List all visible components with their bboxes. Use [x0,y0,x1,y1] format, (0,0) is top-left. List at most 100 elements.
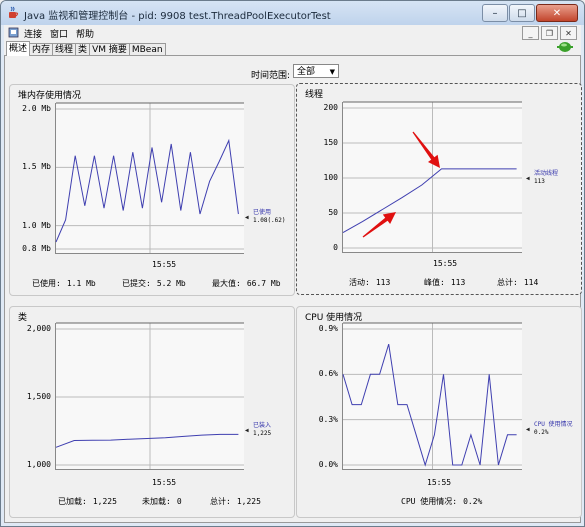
tab-strip: 概述 内存 线程类 VM 摘要 MBean [6,41,166,56]
stat-value: 0.2% [463,497,483,506]
red-arrow-icon-shape [412,131,440,168]
threads-stat-2: 总计: 114 [497,277,538,288]
tab-0[interactable]: 概述 [6,41,31,56]
classes-stat-2: 总计: 1,225 [210,496,261,507]
legend-name: 已装入 [253,422,272,429]
stat-value: 114 [523,278,539,287]
stat-label: 活动: [349,278,370,287]
heap-y-tick: 1.5 Mb [22,162,51,172]
threads-y-tick: 150 [323,138,338,147]
child-minimize-button[interactable]: _ [522,26,539,40]
stat-value: 1,225 [236,497,261,506]
legend-value: 1.08(.62) [253,217,286,224]
legend-value: 113 [534,178,545,185]
threads-chart [342,101,522,252]
panel-title: 堆内存使用情况 [18,91,82,101]
cpu-stat-0: CPU 使用情况: 0.2% [401,496,482,507]
red-arrow-icon [412,131,440,168]
chevron-down-icon: ▼ [329,68,335,76]
child-restore-button[interactable]: ❐ [541,26,558,40]
stat-label: 最大值: [212,279,241,288]
app-icon [8,27,19,38]
threads-plot-area [342,101,522,253]
time-range-value: 全部 [297,67,316,77]
panel-title: 类 [18,313,28,323]
threads-stat-1: 峰值: 113 [424,277,465,288]
heap-x-tick: 15:55 [152,260,177,269]
heap-memory-panel[interactable]: 堆内存使用情况 2.0 Mb 1.5 Mb 1.0 Mb 0.8 Mb 15:55 ◀… [9,84,295,296]
menu-item-1[interactable]: 窗口 [50,27,68,40]
stat-value: 0 [176,497,182,506]
threads-stat-0: 活动: 113 [349,277,390,288]
maximize-button[interactable]: □ [509,4,535,22]
overview-tab-panel: 时间范围: 全部 ▼ 堆内存使用情况 2.0 Mb 1.5 Mb 1.0 Mb 0.8… [4,55,582,523]
classes-stat-1: 未加载: 0 [142,496,182,507]
close-button[interactable]: ✕ [536,4,578,22]
classes-x-tick: 15:55 [152,478,177,487]
connection-status-icon [557,42,573,52]
classes-series-line [55,433,239,448]
java-cup-icon [9,6,19,18]
title-bar[interactable]: Java 监视和管理控制台 - pid: 9908 test.ThreadPoo… [1,1,584,25]
red-arrow-icon [362,212,396,238]
cpu-y-tick: 0.0% [318,460,338,469]
stat-label: 已加载: [58,497,87,506]
classes-panel[interactable]: 类 2,000 1,500 1,000 15:55 ◀ 已装入 1,225 已加载:… [9,306,295,518]
heap-legend: ◀ 已使用 1.08(.62) [245,209,286,225]
classes-y-tick: 2,000 [26,324,51,333]
stat-value: 113 [450,278,466,287]
legend-marker-icon: ◀ [245,214,249,221]
cpu-series-line [342,343,517,467]
cpu-y-tick: 0.9% [318,324,338,333]
menu-bar: 连接 窗口 帮助 _ ❐ ✕ [4,25,581,41]
time-range-label: 时间范围: [251,71,291,81]
threads-y-tick: 50 [328,208,338,217]
legend-name: 活动线程 [534,170,559,177]
stat-value: 113 [375,278,391,287]
cpu-panel[interactable]: CPU 使用情况 0.9% 0.6% 0.3% 0.0% 15:55 ◀ CPU 使用… [296,306,582,518]
heap-stat-1: 已提交: 5.2 Mb [122,278,186,289]
content-area: 概述 内存 线程类 VM 摘要 MBean 时间范围: 全部 ▼ 堆内存使用情况 2.0… [4,41,582,523]
classes-plot-area [55,322,244,470]
legend-marker-icon: ◀ [526,175,530,182]
cpu-y-tick: 0.3% [318,414,338,424]
minimize-button[interactable]: – [482,4,508,22]
stat-label: 总计: [210,497,231,506]
stat-label: 已使用: [32,279,61,288]
legend-marker-icon: ◀ [526,426,530,433]
stat-label: 已提交: [122,279,151,288]
stat-label: 峰值: [424,278,445,287]
classes-stat-0: 已加载: 1,225 [58,496,117,507]
heap-y-tick: 0.8 Mb [22,244,51,253]
legend-value: 0.2% [534,429,549,436]
menu-item-2[interactable]: 帮助 [76,27,94,40]
heap-stat-0: 已使用: 1.1 Mb [32,278,96,289]
cpu-chart [342,322,522,469]
stat-value: 1.1 Mb [66,279,96,288]
threads-x-tick: 15:55 [433,259,458,268]
child-close-button[interactable]: ✕ [560,26,577,40]
stat-value: 5.2 Mb [156,279,186,288]
stat-value: 66.7 Mb [246,279,281,288]
window-title: Java 监视和管理控制台 - pid: 9908 test.ThreadPoo… [24,11,331,22]
threads-y-tick: 0 [333,243,338,252]
threads-panel[interactable]: 线程 200 150 100 50 0 15:55 ◀ 活动线程 113 活动: 113 峰… [296,83,582,295]
cpu-x-tick: 15:55 [427,478,452,487]
stat-label: 总计: [497,278,518,287]
classes-y-tick: 1,000 [26,460,51,469]
stat-label: CPU 使用情况: [401,497,458,506]
classes-legend: ◀ 已装入 1,225 [245,422,272,438]
red-arrow-icon-shape [362,212,396,238]
cpu-plot-area [342,322,522,470]
heap-plot-area [55,102,244,254]
legend-name: CPU 使用情况 [534,421,573,428]
heap-y-tick: 1.0 Mb [22,220,51,230]
classes-chart [55,322,244,469]
stat-label: 未加载: [142,497,171,506]
legend-marker-icon: ◀ [245,427,249,434]
heap-stat-2: 最大值: 66.7 Mb [212,278,281,289]
panel-title: 线程 [305,90,324,100]
time-range-select[interactable]: 全部 ▼ [293,64,339,78]
threads-y-tick: 100 [323,173,338,182]
menu-item-0[interactable]: 连接 [24,27,42,40]
